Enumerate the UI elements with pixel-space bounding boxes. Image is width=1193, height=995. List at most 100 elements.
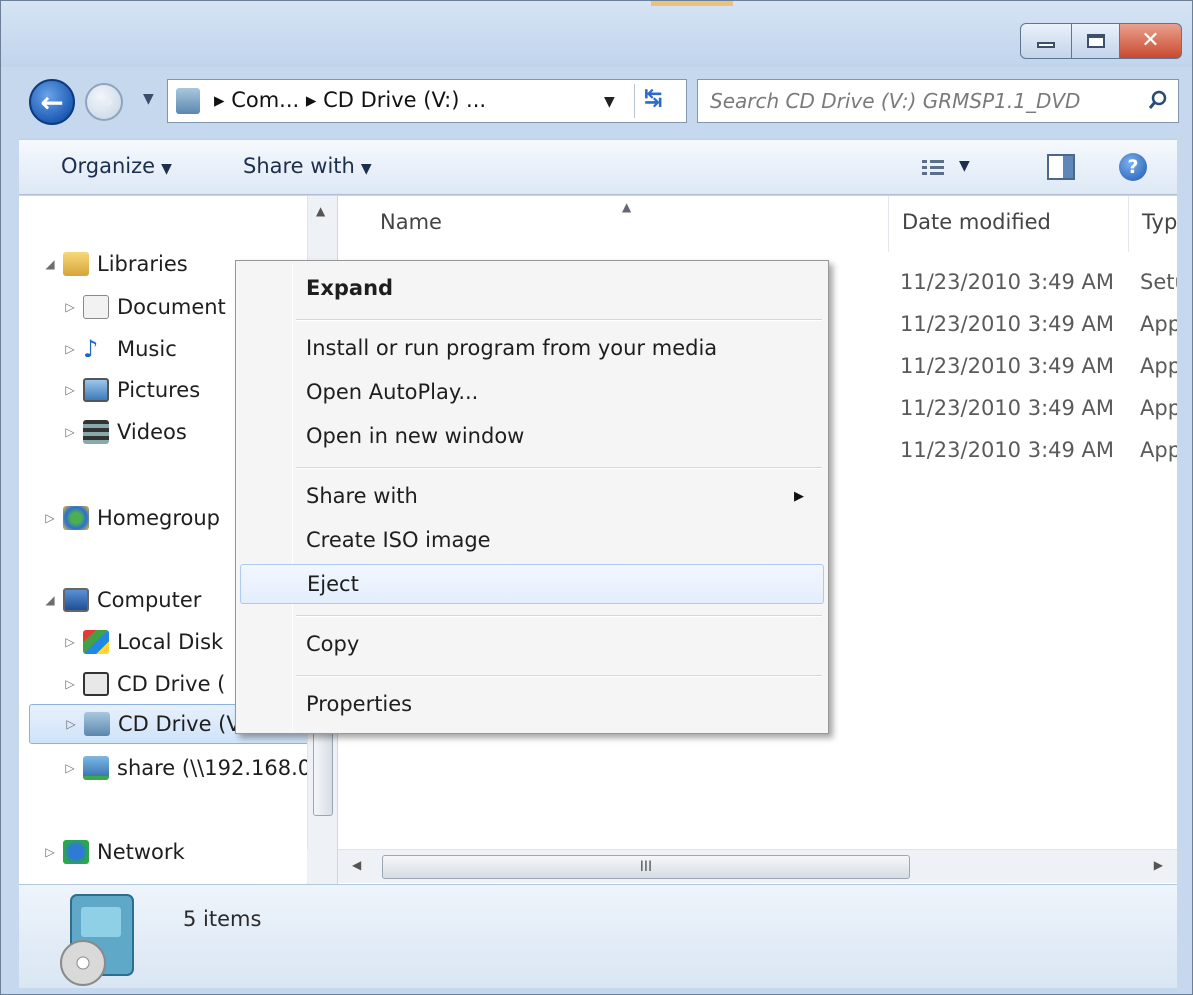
minimize-icon bbox=[1037, 42, 1055, 48]
organize-label: Organize bbox=[61, 154, 156, 178]
tree-item-cd-drive-1[interactable]: ▷ CD Drive ( bbox=[61, 664, 225, 704]
pictures-icon bbox=[83, 378, 109, 402]
expander-icon[interactable]: ▷ bbox=[62, 717, 80, 731]
tree-item-label: Network bbox=[97, 840, 185, 864]
column-divider[interactable] bbox=[1128, 196, 1129, 252]
menu-item-create-iso-image[interactable]: Create ISO image bbox=[240, 521, 824, 561]
row-date[interactable]: 11/23/2010 3:49 AM bbox=[900, 312, 1114, 336]
tree-item-videos[interactable]: ▷ Videos bbox=[61, 412, 187, 452]
row-date[interactable]: 11/23/2010 3:49 AM bbox=[900, 438, 1114, 462]
row-date[interactable]: 11/23/2010 3:49 AM bbox=[900, 270, 1114, 294]
menu-item-expand[interactable]: Expand bbox=[240, 269, 824, 309]
back-arrow-icon: ← bbox=[40, 85, 64, 119]
close-button[interactable]: ✕ bbox=[1120, 23, 1182, 59]
tree-item-label: Homegroup bbox=[97, 506, 221, 530]
tree-item-label: Videos bbox=[117, 420, 187, 444]
menu-item-install-or-run[interactable]: Install or run program from your media bbox=[240, 329, 824, 369]
details-pane: 5 items bbox=[19, 884, 1177, 988]
row-type[interactable]: App bbox=[1140, 438, 1177, 462]
menu-item-eject[interactable]: Eject bbox=[240, 564, 824, 604]
expander-icon[interactable]: ▷ bbox=[41, 845, 59, 859]
row-type[interactable]: App bbox=[1140, 312, 1177, 336]
context-menu: Expand Install or run program from your … bbox=[235, 260, 829, 734]
local-disk-icon bbox=[83, 630, 109, 654]
tree-item-computer[interactable]: ◢ Computer bbox=[41, 580, 201, 620]
tree-item-label: CD Drive ( bbox=[117, 672, 226, 696]
column-divider[interactable] bbox=[888, 196, 889, 252]
item-count: 5 items bbox=[183, 907, 262, 931]
address-separator bbox=[634, 84, 635, 118]
menu-item-open-in-new-window[interactable]: Open in new window bbox=[240, 417, 824, 457]
search-box[interactable]: Search CD Drive (V:) GRMSP1.1_DVD bbox=[697, 79, 1179, 123]
expander-icon[interactable]: ▷ bbox=[61, 635, 79, 649]
scroll-up-icon[interactable]: ▲ bbox=[316, 204, 325, 218]
tree-item-share[interactable]: ▷ share (\\192.168.0 bbox=[61, 748, 311, 788]
breadcrumb[interactable]: ▸ Com... ▸ CD Drive (V:) ... bbox=[214, 88, 486, 112]
title-bar[interactable]: ✕ bbox=[1, 1, 1192, 67]
tree-item-label: Computer bbox=[97, 588, 202, 612]
expander-icon[interactable]: ▷ bbox=[41, 511, 59, 525]
minimize-button[interactable] bbox=[1020, 23, 1072, 59]
help-icon[interactable]: ? bbox=[1119, 153, 1147, 181]
cd-drive-icon bbox=[84, 712, 110, 736]
organize-button[interactable]: Organize ▼ bbox=[61, 154, 172, 178]
row-type[interactable]: App bbox=[1140, 354, 1177, 378]
expander-icon[interactable]: ◢ bbox=[41, 593, 59, 607]
menu-item-share-with[interactable]: Share with ▶ bbox=[240, 477, 824, 517]
expander-icon[interactable]: ▷ bbox=[61, 425, 79, 439]
expander-icon[interactable]: ▷ bbox=[61, 677, 79, 691]
back-button[interactable]: ← bbox=[29, 79, 75, 125]
menu-item-properties[interactable]: Properties bbox=[240, 685, 824, 725]
forward-button[interactable]: → bbox=[85, 83, 123, 121]
tree-item-local-disk[interactable]: ▷ Local Disk bbox=[61, 622, 223, 662]
address-bar[interactable]: ▸ Com... ▸ CD Drive (V:) ... ▼ ↹ bbox=[167, 79, 687, 123]
menu-item-label: Open in new window bbox=[306, 424, 525, 448]
row-type[interactable]: App bbox=[1140, 396, 1177, 420]
scrollbar-corner bbox=[307, 849, 337, 883]
row-type[interactable]: Setu bbox=[1140, 270, 1177, 294]
tree-item-homegroup[interactable]: ▷ Homegroup bbox=[41, 498, 220, 538]
column-header-name[interactable]: Name bbox=[380, 210, 442, 234]
scroll-left-icon[interactable]: ◀ bbox=[352, 858, 361, 872]
expander-icon[interactable]: ◢ bbox=[41, 257, 59, 271]
recent-pages-dropdown[interactable]: ▼ bbox=[143, 91, 154, 107]
share-with-button[interactable]: Share with ▼ bbox=[243, 154, 372, 178]
submenu-arrow-icon: ▶ bbox=[794, 489, 804, 504]
row-date[interactable]: 11/23/2010 3:49 AM bbox=[900, 396, 1114, 420]
refresh-button[interactable]: ↹ bbox=[644, 86, 662, 111]
view-options-dropdown[interactable]: ▼ bbox=[959, 158, 970, 174]
search-icon[interactable] bbox=[1148, 90, 1168, 110]
menu-item-copy[interactable]: Copy bbox=[240, 625, 824, 665]
scroll-right-icon[interactable]: ▶ bbox=[1154, 858, 1163, 872]
network-drive-icon bbox=[83, 756, 109, 780]
tree-item-label: share (\\192.168.0 bbox=[117, 756, 312, 780]
expander-icon[interactable]: ▷ bbox=[61, 761, 79, 775]
column-header-type[interactable]: Typ bbox=[1142, 210, 1177, 234]
menu-separator bbox=[296, 319, 822, 321]
menu-item-open-autoplay[interactable]: Open AutoPlay... bbox=[240, 373, 824, 413]
search-input[interactable]: Search CD Drive (V:) GRMSP1.1_DVD bbox=[710, 89, 1080, 113]
preview-pane-icon[interactable] bbox=[1047, 154, 1075, 180]
change-view-icon[interactable] bbox=[921, 158, 947, 178]
tree-item-music[interactable]: ▷ ♪ Music bbox=[61, 329, 177, 369]
chevron-down-icon: ▼ bbox=[161, 161, 172, 177]
tree-item-label: Music bbox=[117, 337, 177, 361]
expander-icon[interactable]: ▷ bbox=[61, 342, 79, 356]
expander-icon[interactable]: ▷ bbox=[61, 300, 79, 314]
tree-item-label: Pictures bbox=[117, 378, 201, 402]
tree-item-network[interactable]: ▷ Network bbox=[41, 832, 185, 872]
address-history-dropdown[interactable]: ▼ bbox=[604, 94, 615, 110]
explorer-window: ✕ ← → ▼ ▸ Com... ▸ CD Drive (V:) ... ▼ ↹… bbox=[0, 0, 1193, 995]
row-date[interactable]: 11/23/2010 3:49 AM bbox=[900, 354, 1114, 378]
computer-icon bbox=[63, 588, 89, 612]
expander-icon[interactable]: ▷ bbox=[61, 383, 79, 397]
scroll-thumb[interactable]: III bbox=[382, 855, 910, 879]
tree-item-documents[interactable]: ▷ Document bbox=[61, 287, 226, 327]
column-header-date-modified[interactable]: Date modified bbox=[902, 210, 1051, 234]
tree-item-libraries[interactable]: ◢ Libraries bbox=[41, 244, 188, 284]
maximize-button[interactable] bbox=[1072, 23, 1120, 59]
tree-item-pictures[interactable]: ▷ Pictures bbox=[61, 370, 200, 410]
horizontal-scrollbar[interactable]: ◀ III ▶ bbox=[338, 849, 1177, 883]
taskbar-highlight bbox=[651, 1, 733, 6]
cd-drive-icon bbox=[83, 672, 109, 696]
